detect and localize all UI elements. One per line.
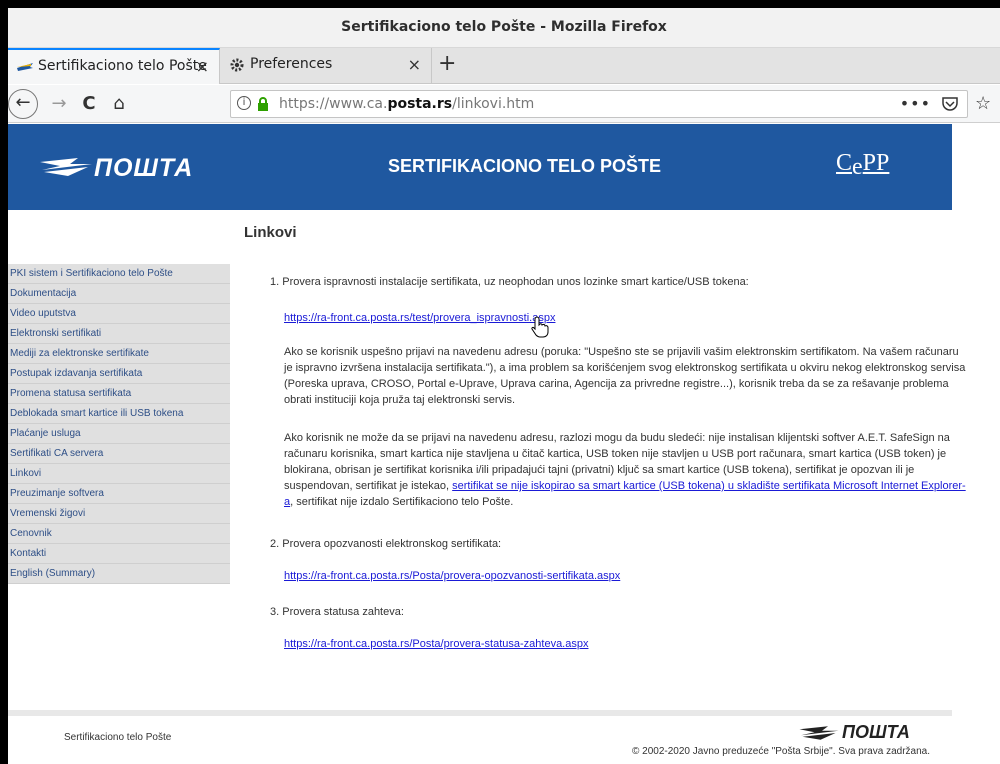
site-title: SERTIFIKACIONO TELO POŠTE <box>388 156 662 176</box>
paragraph-success: Ako se korisnik uspešno prijavi na naved… <box>284 346 966 406</box>
close-tab-icon[interactable]: × <box>196 57 209 76</box>
sidebar-nav: PKI sistem i Sertifikaciono telo Pošte D… <box>8 264 230 584</box>
sidebar-item-mediji[interactable]: Mediji za elektronske sertifikate <box>8 344 230 364</box>
page-title: Linkovi <box>244 224 297 241</box>
info-icon[interactable]: i <box>237 96 251 110</box>
sidebar-item-deblokada[interactable]: Deblokada smart kartice ili USB tokena <box>8 404 230 424</box>
posta-logo[interactable]: ПОШТА <box>38 152 198 182</box>
sidebar-item-cenovnik[interactable]: Cenovnik <box>8 524 230 544</box>
pocket-icon[interactable] <box>941 95 959 113</box>
footer-copyright: © 2002-2020 Javno preduzeće "Pošta Srbij… <box>632 746 930 757</box>
site-header: ПОШТА SERTIFIKACIONO TELO POŠTE CePP <box>8 124 952 210</box>
sidebar-item-english[interactable]: English (Summary) <box>8 564 230 584</box>
sidebar-item-placanje[interactable]: Plaćanje usluga <box>8 424 230 444</box>
footer-title: Sertifikaciono telo Pošte <box>64 732 172 743</box>
sidebar-item-linkovi[interactable]: Linkovi <box>8 464 230 484</box>
tab-strip: Sertifikaciono telo Pošte × Preferences … <box>8 48 1000 84</box>
url-bar[interactable]: i https://www.ca.posta.rs/linkovi.htm ••… <box>230 90 968 118</box>
reload-button[interactable]: C <box>74 89 104 119</box>
gear-icon <box>230 58 244 72</box>
window-title: Sertifikaciono telo Pošte - Mozilla Fire… <box>341 19 667 35</box>
sidebar-item-dokumentacija[interactable]: Dokumentacija <box>8 284 230 304</box>
more-actions-icon[interactable]: ••• <box>900 94 931 113</box>
list-item-2: 2. Provera opozvanosti elektronskog sert… <box>270 538 502 550</box>
url-text[interactable]: https://www.ca.posta.rs/linkovi.htm <box>279 96 534 112</box>
list-item-1: 1. Provera ispravnosti instalacije serti… <box>270 276 749 288</box>
hand-cursor-icon <box>531 316 549 338</box>
forward-button[interactable]: → <box>44 89 74 119</box>
lock-icon[interactable] <box>257 96 269 112</box>
link-provera-ispravnosti[interactable]: https://ra-front.ca.posta.rs/test/prover… <box>284 312 555 324</box>
tab-sertifikaciono[interactable]: Sertifikaciono telo Pošte × <box>8 48 220 84</box>
tab-label: Sertifikaciono telo Pošte <box>38 58 207 74</box>
bookmark-star-icon[interactable]: ☆ <box>975 93 991 114</box>
browser-window: Sertifikaciono telo Pošte - Mozilla Fire… <box>8 8 1000 764</box>
list-item-3: 3. Provera statusa zahteva: <box>270 606 404 618</box>
sidebar-item-kontakti[interactable]: Kontakti <box>8 544 230 564</box>
link-provera-opozvanosti[interactable]: https://ra-front.ca.posta.rs/Posta/prove… <box>284 570 620 582</box>
posta-favicon-icon <box>17 63 33 71</box>
main-content: Linkovi 1. Provera ispravnosti instalaci… <box>244 224 966 650</box>
home-button[interactable]: ⌂ <box>104 89 134 119</box>
sidebar-item-video[interactable]: Video uputstva <box>8 304 230 324</box>
sidebar-item-promena[interactable]: Promena statusa sertifikata <box>8 384 230 404</box>
posta-bird-icon <box>40 158 92 176</box>
logo-text: ПОШТА <box>94 154 194 182</box>
close-tab-icon[interactable]: × <box>408 55 421 74</box>
title-bar: Sertifikaciono telo Pošte - Mozilla Fire… <box>8 8 1000 48</box>
tab-preferences[interactable]: Preferences × <box>220 48 432 84</box>
sidebar-item-pki[interactable]: PKI sistem i Sertifikaciono telo Pošte <box>8 264 230 284</box>
sidebar-item-postupak[interactable]: Postupak izdavanja sertifikata <box>8 364 230 384</box>
posta-bird-icon <box>799 726 839 740</box>
sidebar-item-zigovi[interactable]: Vremenski žigovi <box>8 504 230 524</box>
paragraph-failure: Ako korisnik ne može da se prijavi na na… <box>284 432 966 508</box>
site-footer: Sertifikaciono telo Pošte ПОШТА © 2002-2… <box>8 710 952 764</box>
link-provera-statusa[interactable]: https://ra-front.ca.posta.rs/Posta/prove… <box>284 638 588 650</box>
cepp-logo[interactable]: CePP <box>836 150 889 181</box>
web-page: ПОШТА SERTIFIKACIONO TELO POŠTE CePP PKI… <box>8 124 1000 764</box>
footer-logo-text: ПОШТА <box>842 722 910 742</box>
sidebar-item-preuzimanje[interactable]: Preuzimanje softvera <box>8 484 230 504</box>
back-button[interactable]: ← <box>8 89 38 119</box>
navigation-bar: ← → C ⌂ i https://www.ca.posta.rs/linkov… <box>8 85 1000 123</box>
sidebar-item-ca-serveri[interactable]: Sertifikati CA servera <box>8 444 230 464</box>
sidebar-item-elektronski[interactable]: Elektronski sertifikati <box>8 324 230 344</box>
new-tab-button[interactable]: + <box>438 51 456 76</box>
tab-label: Preferences <box>250 56 333 72</box>
footer-posta-logo: ПОШТА <box>798 722 928 744</box>
